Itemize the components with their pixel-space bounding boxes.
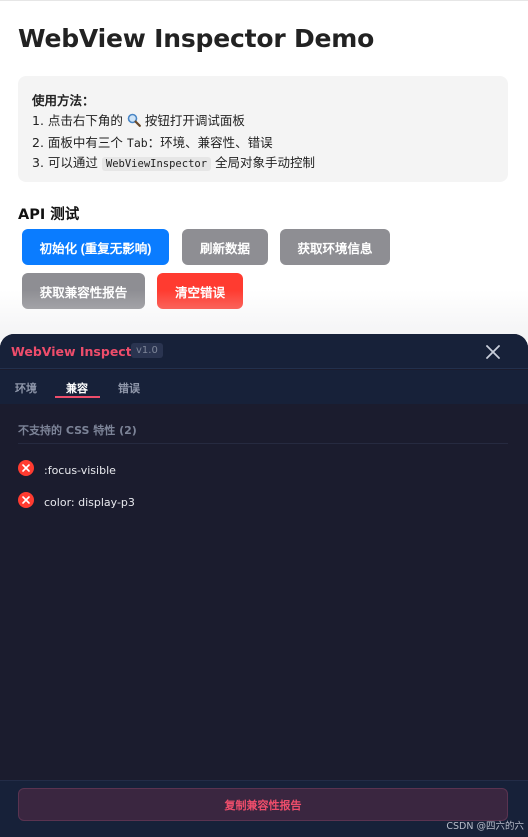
usage-line-1-suffix: 按钮打开调试面板 (144, 113, 245, 128)
usage-title: 使用方法： (32, 93, 95, 108)
inspector-header: WebView Inspector v1.0 (0, 334, 528, 369)
tab-environment[interactable]: 环境 (15, 380, 37, 396)
page-title: WebView Inspector Demo (18, 24, 375, 53)
issue-label: :focus-visible (44, 463, 116, 477)
copy-compat-report-button[interactable]: 复制兼容性报告 (18, 788, 508, 821)
usage-line-2-suffix: ：环境、兼容性、错误 (147, 135, 273, 150)
list-item: color: display-p3 (18, 492, 135, 512)
inline-code: WebViewInspector (101, 157, 212, 171)
issue-label: color: display-p3 (44, 495, 135, 509)
usage-line-1-prefix: 1. 点击右下角的 (32, 113, 123, 128)
api-test-heading: API 测试 (18, 207, 80, 223)
usage-line-1: 1. 点击右下角的 按钮打开调试面板 (32, 111, 494, 133)
inspector-tabs: 环境 兼容 错误 (0, 370, 528, 404)
tab-compatibility[interactable]: 兼容 (66, 380, 88, 396)
usage-line-2: 2. 面板中有三个 Tab：环境、兼容性、错误 (32, 133, 494, 153)
section-divider (18, 443, 508, 444)
init-button[interactable]: 初始化 (重复无影响) (22, 229, 169, 265)
usage-line-2-tab: Tab (126, 136, 148, 150)
usage-line-2-prefix: 2. 面板中有三个 (32, 135, 123, 150)
inspector-panel: WebView Inspector v1.0 环境 兼容 错误 不支持的 CSS… (0, 334, 528, 837)
top-divider (0, 0, 528, 1)
error-x-icon (18, 492, 34, 512)
version-badge: v1.0 (131, 343, 163, 358)
usage-line-3: 3. 可以通过 WebViewInspector 全局对象手动控制 (32, 153, 494, 174)
get-env-info-button[interactable]: 获取环境信息 (280, 229, 390, 265)
magnifier-icon (127, 113, 141, 133)
tab-errors[interactable]: 错误 (118, 380, 140, 396)
unsupported-css-title: 不支持的 CSS 特性 (2) (18, 424, 137, 437)
active-tab-indicator (55, 396, 100, 398)
refresh-data-button[interactable]: 刷新数据 (182, 229, 268, 265)
watermark: CSDN @四六的六 (446, 821, 524, 832)
usage-line-3-prefix: 3. 可以通过 (32, 155, 98, 170)
error-x-icon (18, 460, 34, 480)
usage-line-3-suffix: 全局对象手动控制 (215, 155, 316, 170)
inspector-title: WebView Inspector (11, 344, 147, 359)
list-item: :focus-visible (18, 460, 116, 480)
usage-instructions: 使用方法： 1. 点击右下角的 按钮打开调试面板 2. 面板中有三个 Tab：环… (18, 76, 508, 182)
backdrop-fade (0, 290, 528, 340)
close-icon[interactable] (484, 343, 502, 361)
